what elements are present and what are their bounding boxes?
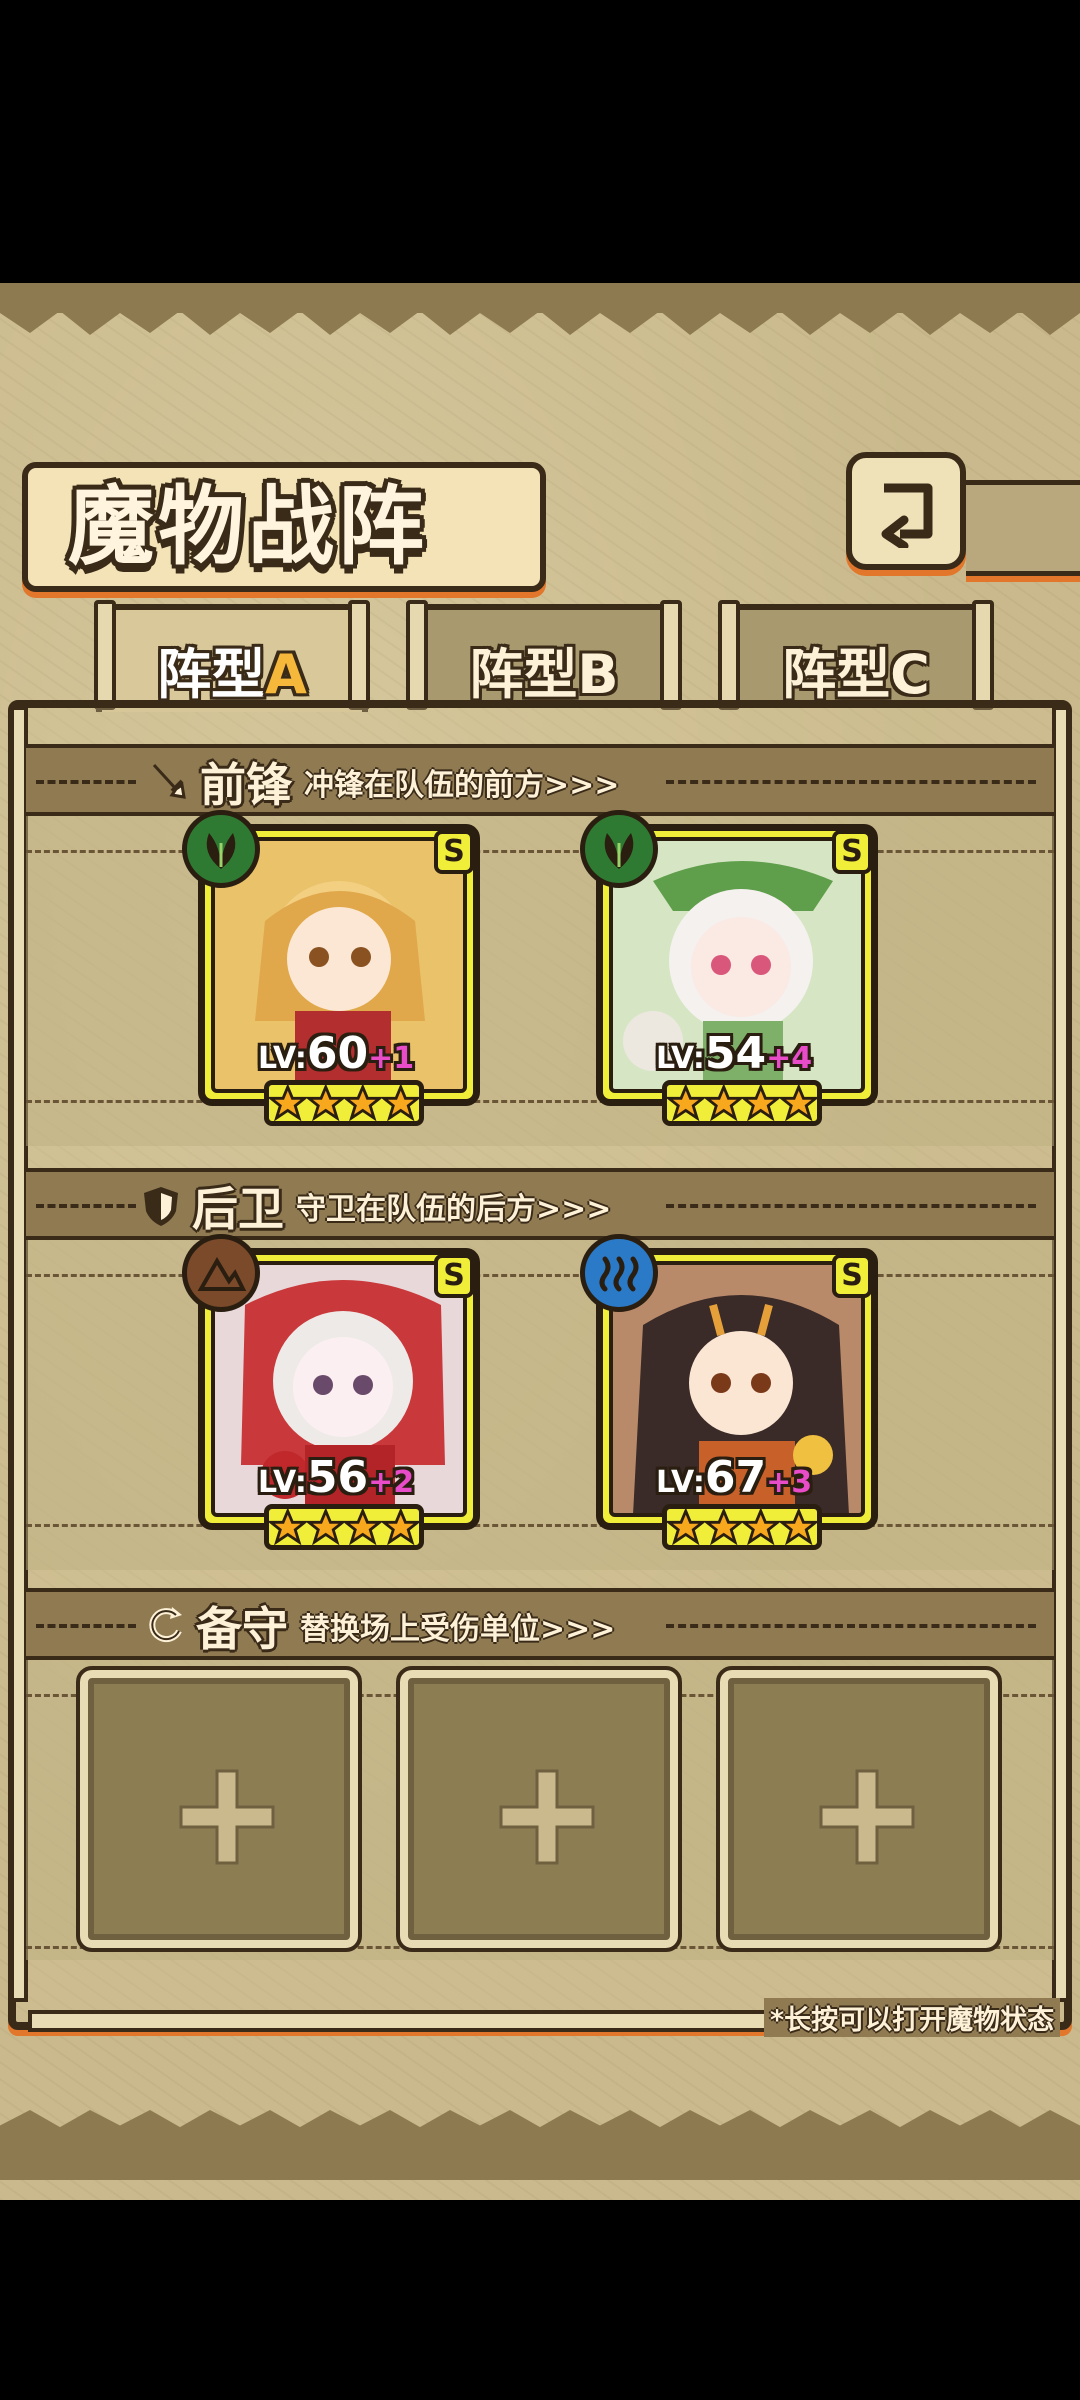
star-icon — [381, 1083, 419, 1122]
tab-label: 阵型 — [157, 643, 266, 706]
star-icon — [344, 1507, 382, 1546]
star-rating — [264, 1080, 424, 1126]
tab-post — [718, 600, 740, 710]
section-desc: 替换场上受伤单位>>> — [300, 1612, 616, 1647]
star-icon — [667, 1507, 705, 1546]
page-title: 魔物战阵 — [68, 476, 428, 577]
section-title: 前锋 — [200, 758, 292, 812]
leaf-icon — [206, 833, 236, 869]
level-label: LV:54+4 — [656, 1028, 813, 1079]
star-icon — [344, 1083, 382, 1122]
unit-card-rearguard-1[interactable]: S LV:56+2 — [182, 1234, 480, 1550]
section-title: 备守 — [196, 1602, 288, 1656]
element-badge — [182, 1234, 260, 1312]
hint-text: *长按可以打开魔物状态 — [764, 1998, 1061, 2037]
element-badge — [580, 1234, 658, 1312]
right-rail — [1052, 706, 1070, 2002]
star-icon — [306, 1083, 344, 1122]
rank-badge: S — [434, 1254, 474, 1298]
reserve-slot-1[interactable] — [76, 1666, 362, 1952]
star-icon — [779, 1507, 817, 1546]
star-icon — [269, 1507, 307, 1546]
level-label: LV:60+1 — [258, 1028, 415, 1079]
sword-icon — [152, 763, 186, 799]
water-icon — [599, 1256, 639, 1292]
star-icon — [269, 1083, 307, 1122]
tab-letter: C — [890, 643, 930, 706]
star-rating — [264, 1504, 424, 1550]
tab-post — [348, 600, 370, 710]
tab-label: 阵型 — [782, 643, 891, 706]
back-button-rail — [966, 480, 1080, 576]
star-icon — [704, 1083, 742, 1122]
section-title: 后卫 — [192, 1182, 284, 1236]
plus-icon — [179, 1769, 275, 1865]
unit-card-vanguard-2[interactable]: S LV:54+4 — [580, 810, 878, 1126]
tab-letter: B — [577, 643, 619, 706]
torn-edge-top — [0, 283, 1080, 335]
star-icon — [742, 1083, 780, 1122]
tab-letter: A — [265, 643, 307, 706]
shield-icon — [144, 1187, 178, 1226]
tab-formation-c[interactable]: 阵型C — [718, 600, 994, 710]
rank-badge: S — [832, 830, 872, 874]
back-button[interactable] — [846, 452, 966, 570]
torn-edge-bottom — [0, 2110, 1080, 2180]
star-icon — [779, 1083, 817, 1122]
star-icon — [704, 1507, 742, 1546]
reserve-slot-3[interactable] — [716, 1666, 1002, 1952]
rearguard-row — [26, 1240, 1054, 1570]
unit-card-rearguard-2[interactable]: S LV:67+3 — [580, 1234, 878, 1550]
star-icon — [667, 1083, 705, 1122]
star-rating — [662, 1504, 822, 1550]
leaf-icon — [604, 833, 634, 869]
tab-post — [660, 600, 682, 710]
tab-post — [972, 600, 994, 710]
tab-formation-b[interactable]: 阵型B — [406, 600, 682, 710]
tab-label: 阵型 — [469, 643, 578, 706]
rank-badge: S — [832, 1254, 872, 1298]
reserve-slot-2[interactable] — [396, 1666, 682, 1952]
star-icon — [742, 1507, 780, 1546]
level-label: LV:67+3 — [656, 1452, 813, 1503]
vanguard-header: 前锋 冲锋在队伍的前方>>> — [26, 744, 1054, 816]
rank-badge: S — [434, 830, 474, 874]
tab-post — [406, 600, 428, 710]
plus-icon — [499, 1769, 595, 1865]
swap-icon — [149, 1607, 182, 1643]
section-desc: 冲锋在队伍的前方>>> — [304, 768, 620, 803]
reserve-header: 备守 替换场上受伤单位>>> — [26, 1588, 1054, 1660]
rearguard-header: 后卫 守卫在队伍的后方>>> — [26, 1168, 1054, 1240]
star-icon — [306, 1507, 344, 1546]
level-label: LV:56+2 — [258, 1452, 415, 1503]
earth-icon — [197, 1257, 247, 1291]
unit-card-vanguard-1[interactable]: S LV:60+1 — [182, 810, 480, 1126]
plus-icon — [819, 1769, 915, 1865]
element-badge — [182, 810, 260, 888]
tab-formation-a[interactable]: 阵型A — [94, 600, 370, 712]
back-arrow-icon — [881, 483, 933, 548]
tab-post — [94, 600, 116, 710]
star-icon — [381, 1507, 419, 1546]
title-plate: 魔物战阵 — [22, 462, 546, 592]
element-badge — [580, 810, 658, 888]
star-rating — [662, 1080, 822, 1126]
vanguard-row — [26, 816, 1054, 1146]
section-desc: 守卫在队伍的后方>>> — [296, 1192, 612, 1227]
